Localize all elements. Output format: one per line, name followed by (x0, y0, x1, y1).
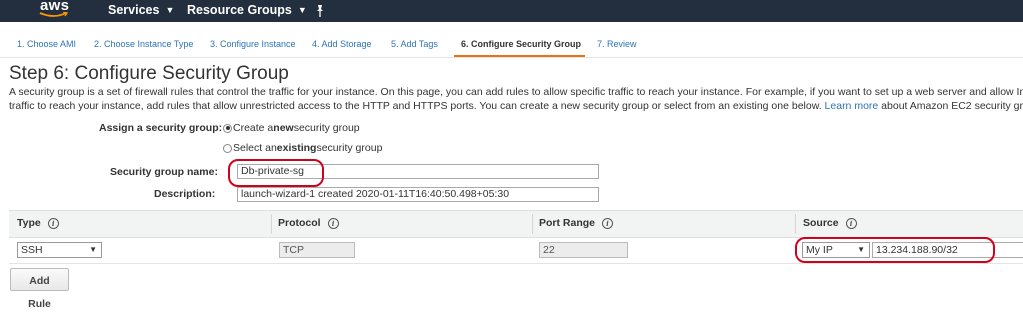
intro-line-3: about Amazon EC2 security groups. (881, 100, 1023, 112)
header-source-label: Source (803, 217, 839, 229)
info-icon[interactable]: i (327, 217, 339, 229)
column-divider (795, 214, 796, 234)
port-range-field: 22 (539, 242, 628, 258)
highlight-annotation (795, 237, 995, 263)
services-menu[interactable]: Services ▼ (108, 3, 174, 17)
aws-logo[interactable]: aws (32, 0, 78, 21)
radio-create-new[interactable]: Create a new security group (223, 122, 360, 134)
chevron-down-icon: ▼ (297, 5, 307, 15)
radio-select-existing[interactable]: Select an existing security group (223, 142, 382, 154)
resource-groups-menu[interactable]: Resource Groups ▼ (187, 3, 307, 17)
chevron-down-icon: ▼ (165, 5, 175, 15)
aws-smile-icon (39, 12, 69, 17)
protocol-field: TCP (279, 242, 355, 258)
create-new-post: security group (293, 122, 360, 134)
create-new-bold: new (273, 122, 294, 134)
wizard-steps: 1. Choose AMI 2. Choose Instance Type 3.… (0, 33, 1023, 58)
tab-choose-instance-type[interactable]: 2. Choose Instance Type (94, 39, 193, 49)
learn-more-link[interactable]: Learn more (825, 100, 879, 112)
description-input[interactable]: launch-wizard-1 created 2020-01-11T16:40… (237, 187, 599, 202)
header-type-label: Type (17, 217, 41, 229)
highlight-annotation (228, 159, 324, 187)
tab-add-storage[interactable]: 4. Add Storage (312, 39, 372, 49)
info-icon[interactable]: i (602, 217, 614, 229)
type-select[interactable]: SSH ▼ (17, 242, 102, 258)
top-nav-bar: aws Services ▼ Resource Groups ▼ (0, 0, 1023, 22)
column-divider (532, 214, 533, 234)
tab-configure-security-group[interactable]: 6. Configure Security Group (461, 39, 581, 49)
select-existing-bold: existing (276, 142, 317, 154)
header-port-range-label: Port Range (539, 217, 596, 229)
header-protocol: Protocol i (278, 217, 339, 229)
header-port-range: Port Range i (539, 217, 614, 229)
tab-review[interactable]: 7. Review (597, 39, 637, 49)
radio-unchecked-icon[interactable] (223, 143, 232, 153)
description-label: Description: (154, 188, 216, 200)
create-new-pre: Create a (233, 122, 274, 134)
type-select-value: SSH (21, 244, 43, 256)
select-existing-post: security group (316, 142, 383, 154)
tab-choose-ami[interactable]: 1. Choose AMI (17, 39, 76, 49)
column-divider (271, 214, 272, 234)
header-source: Source i (803, 217, 857, 229)
info-icon[interactable]: i (47, 217, 59, 229)
header-type: Type i (17, 217, 59, 229)
tab-configure-instance[interactable]: 3. Configure Instance (210, 39, 296, 49)
radio-checked-icon[interactable] (223, 123, 232, 133)
header-protocol-label: Protocol (278, 217, 321, 229)
services-label: Services (108, 3, 160, 17)
add-rule-button[interactable]: Add Rule (10, 268, 69, 310)
assign-label: Assign a security group: (99, 122, 223, 134)
intro-text: A security group is a set of firewall ru… (9, 85, 1023, 113)
select-existing-pre: Select an (233, 142, 277, 154)
page-title: Step 6: Configure Security Group (9, 63, 289, 84)
intro-line-2: HTTP and HTTPS ports. You can create a n… (362, 100, 822, 112)
info-icon[interactable]: i (845, 217, 857, 229)
active-tab-indicator (454, 55, 585, 57)
tab-add-tags[interactable]: 5. Add Tags (391, 39, 438, 49)
pin-icon[interactable] (313, 4, 327, 18)
name-label: Security group name: (110, 166, 218, 178)
dropdown-arrow-icon: ▼ (89, 245, 97, 254)
rules-table-header: Type i Protocol i Port Range i Source i (9, 210, 1023, 238)
resource-groups-label: Resource Groups (187, 3, 292, 17)
